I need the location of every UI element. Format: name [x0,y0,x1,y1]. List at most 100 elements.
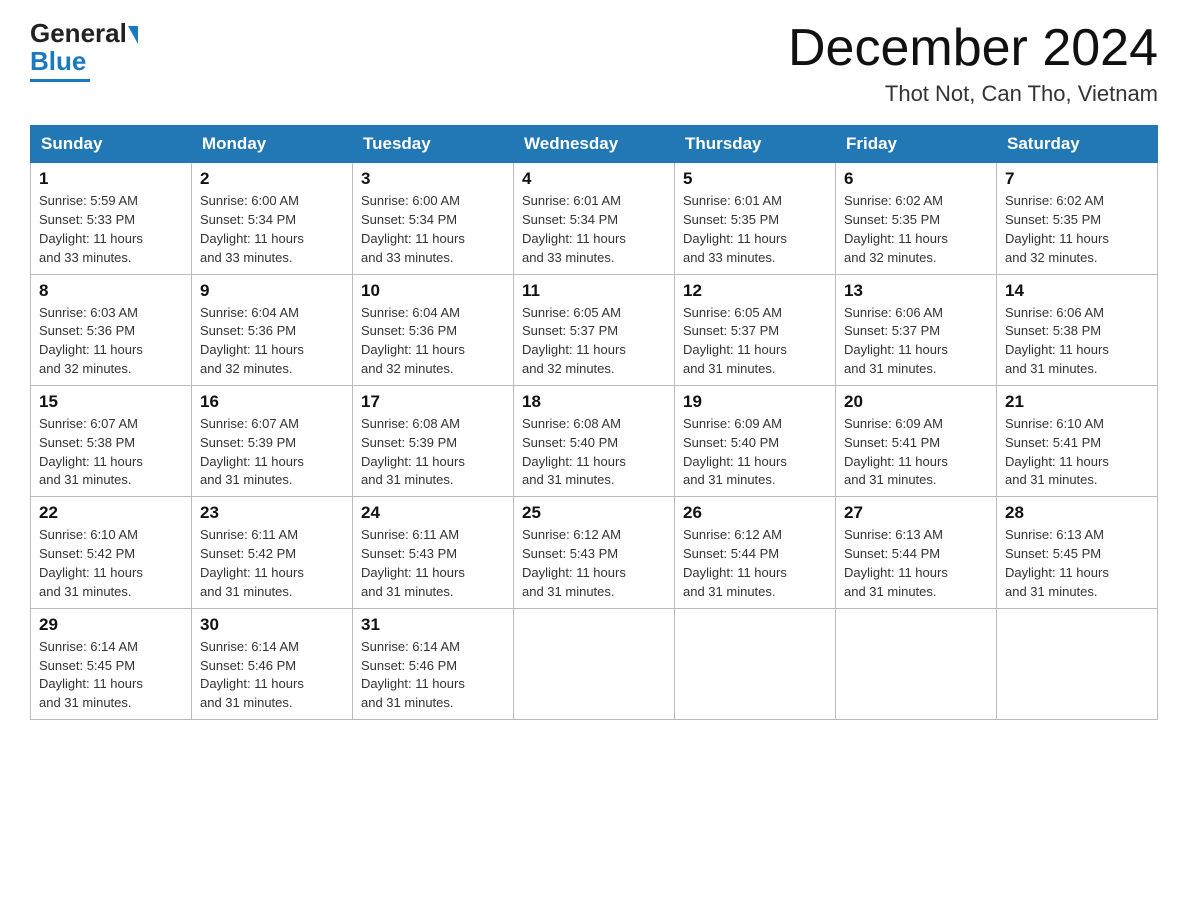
calendar-cell: 6 Sunrise: 6:02 AMSunset: 5:35 PMDaylight… [836,163,997,274]
day-detail: Sunrise: 6:08 AMSunset: 5:39 PMDaylight:… [361,415,505,490]
logo-blue-text: Blue [30,46,86,77]
day-detail: Sunrise: 6:07 AMSunset: 5:39 PMDaylight:… [200,415,344,490]
day-number: 12 [683,281,827,301]
calendar-cell: 19 Sunrise: 6:09 AMSunset: 5:40 PMDayligh… [675,385,836,496]
day-detail: Sunrise: 6:00 AMSunset: 5:34 PMDaylight:… [200,192,344,267]
day-detail: Sunrise: 6:14 AMSunset: 5:46 PMDaylight:… [361,638,505,713]
calendar-cell: 26Sunrise: 6:12 AMSunset: 5:44 PMDayligh… [675,497,836,608]
day-detail: Sunrise: 6:04 AMSunset: 5:36 PMDaylight:… [361,304,505,379]
day-number: 25 [522,503,666,523]
day-detail: Sunrise: 6:13 AMSunset: 5:44 PMDaylight:… [844,526,988,601]
day-number: 11 [522,281,666,301]
calendar-cell: 16 Sunrise: 6:07 AMSunset: 5:39 PMDayligh… [192,385,353,496]
day-number: 31 [361,615,505,635]
calendar-cell: 7 Sunrise: 6:02 AMSunset: 5:35 PMDaylight… [997,163,1158,274]
day-detail: Sunrise: 6:02 AMSunset: 5:35 PMDaylight:… [1005,192,1149,267]
day-detail: Sunrise: 6:13 AMSunset: 5:45 PMDaylight:… [1005,526,1149,601]
calendar-cell: 23 Sunrise: 6:11 AMSunset: 5:42 PMDayligh… [192,497,353,608]
header-monday: Monday [192,126,353,163]
header-thursday: Thursday [675,126,836,163]
day-number: 6 [844,169,988,189]
calendar-cell: 1Sunrise: 5:59 AMSunset: 5:33 PMDaylight… [31,163,192,274]
week-row-1: 1Sunrise: 5:59 AMSunset: 5:33 PMDaylight… [31,163,1158,274]
day-number: 3 [361,169,505,189]
calendar-cell: 22Sunrise: 6:10 AMSunset: 5:42 PMDayligh… [31,497,192,608]
day-number: 13 [844,281,988,301]
calendar-cell: 10 Sunrise: 6:04 AMSunset: 5:36 PMDayligh… [353,274,514,385]
location: Thot Not, Can Tho, Vietnam [788,81,1158,107]
day-number: 26 [683,503,827,523]
day-detail: Sunrise: 6:11 AMSunset: 5:42 PMDaylight:… [200,526,344,601]
logo-underline [30,79,90,82]
calendar-cell: 20Sunrise: 6:09 AMSunset: 5:41 PMDayligh… [836,385,997,496]
calendar-cell: 30 Sunrise: 6:14 AMSunset: 5:46 PMDayligh… [192,608,353,719]
day-detail: Sunrise: 6:00 AMSunset: 5:34 PMDaylight:… [361,192,505,267]
day-detail: Sunrise: 6:03 AMSunset: 5:36 PMDaylight:… [39,304,183,379]
logo: General Blue [30,20,140,82]
day-number: 2 [200,169,344,189]
calendar-cell [514,608,675,719]
calendar-cell: 3 Sunrise: 6:00 AMSunset: 5:34 PMDaylight… [353,163,514,274]
header-sunday: Sunday [31,126,192,163]
title-section: December 2024 Thot Not, Can Tho, Vietnam [788,20,1158,107]
calendar-cell: 27 Sunrise: 6:13 AMSunset: 5:44 PMDayligh… [836,497,997,608]
day-number: 18 [522,392,666,412]
day-detail: Sunrise: 6:10 AMSunset: 5:41 PMDaylight:… [1005,415,1149,490]
month-title: December 2024 [788,20,1158,77]
day-detail: Sunrise: 6:02 AMSunset: 5:35 PMDaylight:… [844,192,988,267]
day-detail: Sunrise: 6:14 AMSunset: 5:45 PMDaylight:… [39,638,183,713]
calendar-cell: 31 Sunrise: 6:14 AMSunset: 5:46 PMDayligh… [353,608,514,719]
calendar-cell: 28Sunrise: 6:13 AMSunset: 5:45 PMDayligh… [997,497,1158,608]
day-detail: Sunrise: 6:12 AMSunset: 5:43 PMDaylight:… [522,526,666,601]
week-row-3: 15 Sunrise: 6:07 AMSunset: 5:38 PMDayligh… [31,385,1158,496]
day-number: 24 [361,503,505,523]
day-detail: Sunrise: 6:06 AMSunset: 5:38 PMDaylight:… [1005,304,1149,379]
calendar-cell [836,608,997,719]
day-number: 14 [1005,281,1149,301]
day-detail: Sunrise: 6:01 AMSunset: 5:34 PMDaylight:… [522,192,666,267]
day-number: 7 [1005,169,1149,189]
day-number: 27 [844,503,988,523]
week-row-2: 8 Sunrise: 6:03 AMSunset: 5:36 PMDaylight… [31,274,1158,385]
calendar-cell: 25 Sunrise: 6:12 AMSunset: 5:43 PMDayligh… [514,497,675,608]
day-detail: Sunrise: 6:07 AMSunset: 5:38 PMDaylight:… [39,415,183,490]
day-detail: Sunrise: 6:05 AMSunset: 5:37 PMDaylight:… [683,304,827,379]
calendar-cell: 12 Sunrise: 6:05 AMSunset: 5:37 PMDayligh… [675,274,836,385]
header-wednesday: Wednesday [514,126,675,163]
day-detail: Sunrise: 6:04 AMSunset: 5:36 PMDaylight:… [200,304,344,379]
calendar-cell: 21 Sunrise: 6:10 AMSunset: 5:41 PMDayligh… [997,385,1158,496]
header-friday: Friday [836,126,997,163]
day-detail: Sunrise: 5:59 AMSunset: 5:33 PMDaylight:… [39,192,183,267]
day-number: 16 [200,392,344,412]
day-number: 29 [39,615,183,635]
day-number: 23 [200,503,344,523]
day-detail: Sunrise: 6:08 AMSunset: 5:40 PMDaylight:… [522,415,666,490]
day-number: 19 [683,392,827,412]
day-number: 15 [39,392,183,412]
calendar-cell: 18 Sunrise: 6:08 AMSunset: 5:40 PMDayligh… [514,385,675,496]
calendar-header-row: SundayMondayTuesdayWednesdayThursdayFrid… [31,126,1158,163]
day-number: 5 [683,169,827,189]
day-detail: Sunrise: 6:14 AMSunset: 5:46 PMDaylight:… [200,638,344,713]
calendar-cell: 29 Sunrise: 6:14 AMSunset: 5:45 PMDayligh… [31,608,192,719]
calendar-cell: 14 Sunrise: 6:06 AMSunset: 5:38 PMDayligh… [997,274,1158,385]
calendar-cell: 2 Sunrise: 6:00 AMSunset: 5:34 PMDaylight… [192,163,353,274]
logo-arrow-icon [128,26,138,44]
calendar-table: SundayMondayTuesdayWednesdayThursdayFrid… [30,125,1158,720]
calendar-cell: 8 Sunrise: 6:03 AMSunset: 5:36 PMDaylight… [31,274,192,385]
week-row-4: 22Sunrise: 6:10 AMSunset: 5:42 PMDayligh… [31,497,1158,608]
day-detail: Sunrise: 6:09 AMSunset: 5:40 PMDaylight:… [683,415,827,490]
day-number: 10 [361,281,505,301]
day-number: 17 [361,392,505,412]
calendar-cell [675,608,836,719]
calendar-cell: 9Sunrise: 6:04 AMSunset: 5:36 PMDaylight… [192,274,353,385]
day-number: 21 [1005,392,1149,412]
calendar-cell: 11Sunrise: 6:05 AMSunset: 5:37 PMDayligh… [514,274,675,385]
day-number: 8 [39,281,183,301]
header-tuesday: Tuesday [353,126,514,163]
header-saturday: Saturday [997,126,1158,163]
day-number: 30 [200,615,344,635]
week-row-5: 29 Sunrise: 6:14 AMSunset: 5:45 PMDayligh… [31,608,1158,719]
day-detail: Sunrise: 6:06 AMSunset: 5:37 PMDaylight:… [844,304,988,379]
calendar-cell: 15 Sunrise: 6:07 AMSunset: 5:38 PMDayligh… [31,385,192,496]
